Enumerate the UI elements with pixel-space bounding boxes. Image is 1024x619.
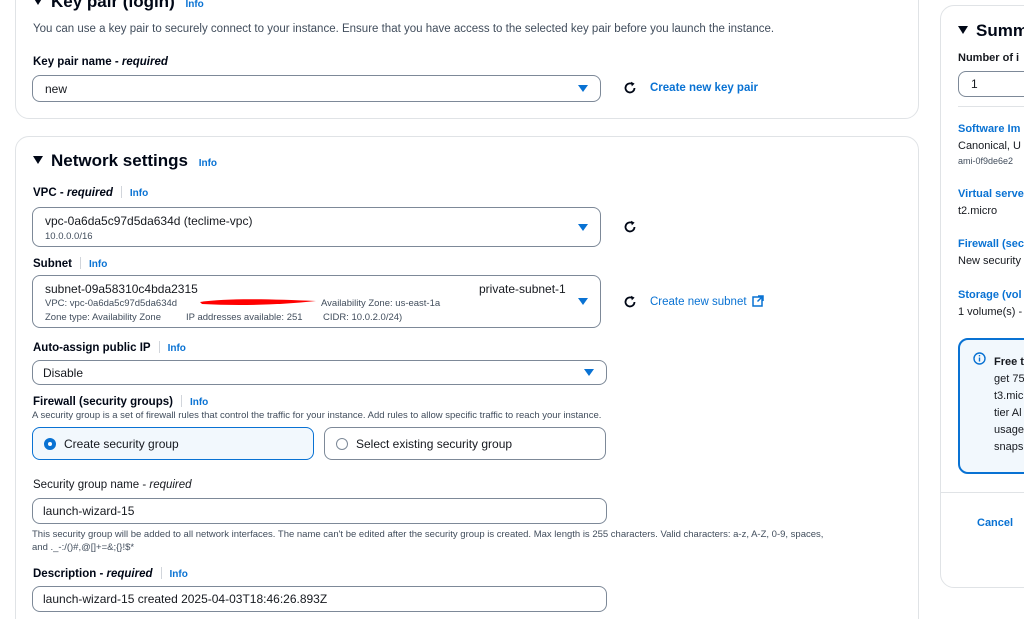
key-pair-value: new bbox=[45, 82, 68, 96]
summary-title: Summ bbox=[976, 21, 1024, 40]
subnet-cidr: CIDR: 10.0.2.0/24) bbox=[323, 312, 403, 323]
description-label: Description - required Info bbox=[33, 567, 188, 580]
key-pair-select[interactable]: new bbox=[32, 75, 601, 102]
subnet-az: Availability Zone: us-east-1a bbox=[321, 298, 441, 309]
sg-name-value: launch-wizard-15 bbox=[43, 504, 135, 518]
storage-value: 1 volume(s) - bbox=[958, 306, 1023, 318]
vpc-select[interactable]: vpc-0a6da5c97d5da634d (teclime-vpc) 10.0… bbox=[32, 207, 601, 247]
sg-name-label: Security group name - required bbox=[33, 479, 192, 491]
instances-label: Number of i bbox=[958, 52, 1020, 64]
select-existing-security-group-label: Select existing security group bbox=[356, 437, 513, 451]
firewall-label: Firewall (security groups) Info bbox=[33, 395, 209, 408]
key-pair-name-label: Key pair name - required bbox=[33, 56, 168, 68]
collapse-triangle-icon bbox=[33, 0, 43, 5]
key-pair-title: Key pair (login) bbox=[51, 0, 175, 11]
storage-link[interactable]: Storage (vol bbox=[958, 289, 1022, 301]
create-security-group-label: Create security group bbox=[64, 437, 179, 451]
key-pair-info-link[interactable]: Info bbox=[185, 0, 203, 10]
info-circle-icon bbox=[973, 352, 986, 365]
refresh-icon[interactable] bbox=[623, 220, 637, 234]
ami-id: ami-0f9de6e2 bbox=[958, 156, 1014, 166]
instances-input[interactable]: 1 bbox=[958, 71, 1024, 97]
key-pair-description: You can use a key pair to securely conne… bbox=[33, 23, 775, 35]
external-link-icon bbox=[752, 295, 764, 307]
collapse-triangle-icon bbox=[33, 156, 43, 164]
sg-name-help-line1: This security group will be added to all… bbox=[32, 529, 824, 540]
dropdown-caret-icon bbox=[578, 298, 588, 305]
software-image-value: Canonical, U bbox=[958, 140, 1021, 152]
public-ip-value: Disable bbox=[43, 366, 84, 380]
dropdown-caret-icon bbox=[578, 224, 588, 231]
software-image-link[interactable]: Software Im bbox=[958, 123, 1020, 135]
public-ip-info-link[interactable]: Info bbox=[168, 343, 186, 354]
refresh-icon[interactable] bbox=[623, 81, 637, 95]
radio-selected-icon[interactable] bbox=[44, 438, 56, 450]
divider bbox=[958, 106, 1024, 107]
free-tier-line: tier Al bbox=[994, 407, 1022, 419]
firewall-info-link[interactable]: Info bbox=[190, 397, 208, 408]
description-value: launch-wizard-15 created 2025-04-03T18:4… bbox=[43, 592, 328, 606]
radio-unselected-icon[interactable] bbox=[336, 438, 348, 450]
description-input[interactable]: launch-wizard-15 created 2025-04-03T18:4… bbox=[32, 586, 607, 612]
cancel-button[interactable]: Cancel bbox=[977, 517, 1013, 529]
sg-name-input[interactable]: launch-wizard-15 bbox=[32, 498, 607, 524]
network-settings-title: Network settings bbox=[51, 151, 188, 170]
refresh-icon[interactable] bbox=[623, 295, 637, 309]
divider bbox=[941, 492, 1024, 493]
public-ip-label: Auto-assign public IP Info bbox=[33, 341, 186, 354]
firewall-description: A security group is a set of firewall ru… bbox=[32, 410, 602, 421]
network-settings-header[interactable]: Network settings Info bbox=[33, 151, 217, 171]
subnet-label: Subnet Info bbox=[33, 257, 108, 270]
red-redaction-mark bbox=[200, 299, 316, 305]
key-pair-header[interactable]: Key pair (login) Info bbox=[33, 0, 204, 12]
description-info-link[interactable]: Info bbox=[170, 569, 188, 580]
free-tier-line: get 75 bbox=[994, 373, 1024, 385]
create-subnet-link[interactable]: Create new subnet bbox=[650, 295, 764, 308]
instances-value: 1 bbox=[971, 77, 978, 91]
select-existing-security-group-option[interactable]: Select existing security group bbox=[324, 427, 606, 460]
collapse-triangle-icon bbox=[958, 26, 968, 34]
create-key-pair-link[interactable]: Create new key pair bbox=[650, 82, 758, 94]
free-tier-line: Free t bbox=[994, 356, 1024, 368]
subnet-select[interactable]: subnet-09a58310c4bda2315 private-subnet-… bbox=[32, 275, 601, 328]
subnet-vpc: VPC: vpc-0a6da5c97d5da634d bbox=[45, 298, 178, 309]
firewall-summary-link[interactable]: Firewall (sec bbox=[958, 238, 1024, 250]
vpc-value: vpc-0a6da5c97d5da634d (teclime-vpc) bbox=[45, 214, 253, 228]
create-security-group-option[interactable]: Create security group bbox=[32, 427, 314, 460]
firewall-summary-value: New security bbox=[958, 255, 1021, 267]
subnet-zone-type: Zone type: Availability Zone bbox=[45, 312, 162, 323]
free-tier-notice: Free t get 75 t3.mic tier Al usage snaps bbox=[958, 338, 1024, 474]
dropdown-caret-icon bbox=[578, 85, 588, 92]
vpc-info-link[interactable]: Info bbox=[130, 188, 148, 199]
virtual-server-link[interactable]: Virtual serve bbox=[958, 188, 1024, 200]
public-ip-select[interactable]: Disable bbox=[32, 360, 607, 385]
subnet-ips: IP addresses available: 251 bbox=[186, 312, 303, 323]
vpc-cidr: 10.0.0.0/16 bbox=[45, 231, 93, 242]
free-tier-line: snaps bbox=[994, 441, 1024, 453]
subnet-id: subnet-09a58310c4bda2315 bbox=[45, 282, 198, 296]
summary-header[interactable]: Summ bbox=[958, 21, 1024, 41]
sg-name-help-line2: and ._-:/()#,@[]+=&;{}!$* bbox=[32, 542, 135, 553]
dropdown-caret-icon bbox=[584, 369, 594, 376]
free-tier-line: t3.mic bbox=[994, 390, 1024, 402]
subnet-info-link[interactable]: Info bbox=[89, 259, 107, 270]
free-tier-line: usage bbox=[994, 424, 1024, 436]
virtual-server-value: t2.micro bbox=[958, 205, 998, 217]
subnet-name: private-subnet-1 bbox=[479, 282, 566, 296]
network-info-link[interactable]: Info bbox=[199, 158, 217, 169]
vpc-label: VPC - required Info bbox=[33, 186, 149, 199]
summary-panel: Summ Number of i 1 Software Im Canonical… bbox=[940, 5, 1024, 588]
